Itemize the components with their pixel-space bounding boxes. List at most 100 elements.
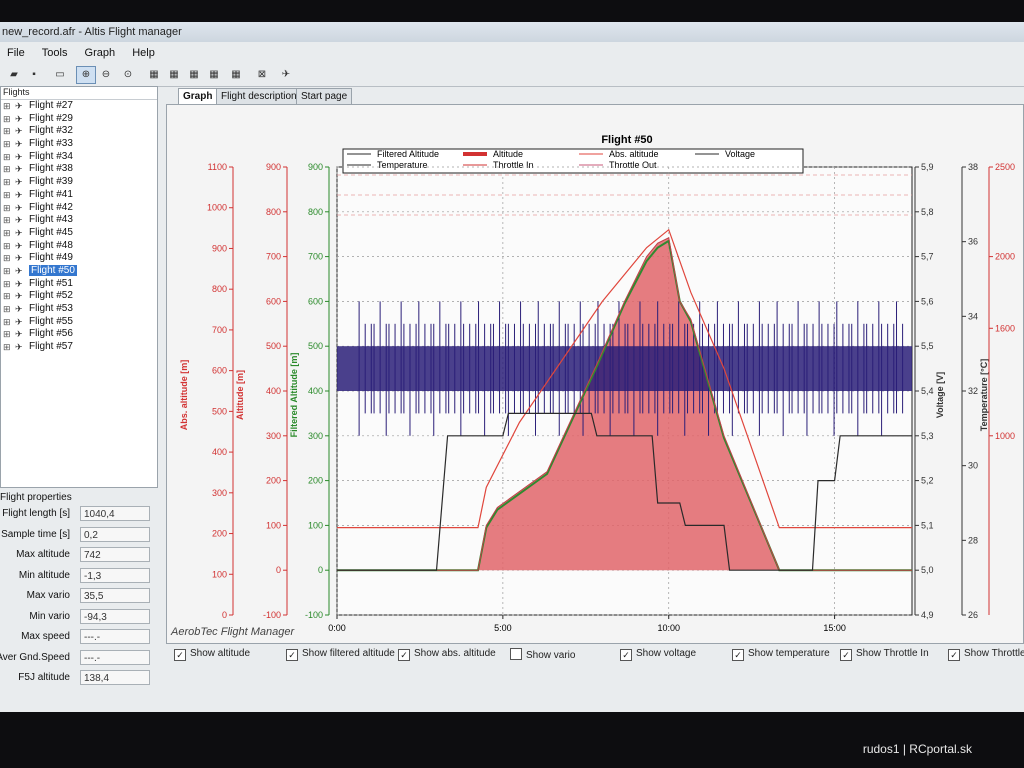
flight-item[interactable]: ⊞ ✈ Flight #39	[1, 176, 157, 189]
flight-item[interactable]: ⊞ ✈ Flight #29	[1, 113, 157, 126]
flight-item[interactable]: ⊞ ✈ Flight #33	[1, 138, 157, 151]
property-row: F5J altitude 138,4	[0, 670, 156, 686]
checkbox-box[interactable]: ✓	[948, 649, 960, 661]
flight-chart[interactable]: Flight #50 Filtered Altitude Altitude Abs. …	[167, 105, 1023, 654]
checkbox-show-abs-altitude[interactable]: ✓ Show abs. altitude	[398, 648, 496, 661]
tree-expand-icon[interactable]: ⊞	[3, 163, 11, 176]
tree-expand-icon[interactable]: ⊞	[3, 316, 11, 329]
flight-item[interactable]: ⊞ ✈ Flight #56	[1, 328, 157, 341]
property-row: Flight length [s] 1040,4	[0, 506, 156, 522]
flight-item[interactable]: ⊞ ✈ Flight #45	[1, 227, 157, 240]
flight-item[interactable]: ⊞ ✈ Flight #49	[1, 252, 157, 265]
checkbox-show-voltage[interactable]: ✓ Show voltage	[620, 648, 696, 661]
flight-item-label: Flight #27	[29, 100, 73, 111]
print-icon[interactable]: ▭	[50, 66, 70, 84]
legend-entry: Throttle Out	[609, 160, 657, 170]
checkbox-box[interactable]: ✓	[398, 649, 410, 661]
checkbox-box[interactable]: ✓	[174, 649, 186, 661]
flight-item-label: Flight #29	[29, 112, 73, 124]
flight-item[interactable]: ⊞ ✈ Flight #42	[1, 202, 157, 215]
tree-expand-icon[interactable]: ⊞	[3, 303, 11, 316]
checkbox-box[interactable]: ✓	[840, 649, 852, 661]
y-tick-label: 900	[308, 162, 323, 172]
menu-file[interactable]: File	[0, 44, 32, 62]
checkbox-show-filtered-altitude[interactable]: ✓ Show filtered altitude	[286, 648, 395, 661]
property-label: Min vario	[29, 610, 70, 622]
flight-item[interactable]: ⊞ ✈ Flight #41	[1, 189, 157, 202]
checkbox-box[interactable]: ✓	[286, 649, 298, 661]
tree-expand-icon[interactable]: ⊞	[3, 227, 11, 240]
tree-expand-icon[interactable]: ⊞	[3, 125, 11, 138]
checkbox-show-vario[interactable]: Show vario	[510, 648, 575, 661]
title-bar: new_record.afr - Altis Flight manager	[0, 22, 1024, 42]
tree-expand-icon[interactable]: ⊞	[3, 202, 11, 215]
flight-item[interactable]: ⊞ ✈ Flight #27	[1, 100, 157, 113]
checkbox-show-throttle-in[interactable]: ✓ Show Throttle In	[840, 648, 929, 661]
tab-flight-description[interactable]: Flight description	[216, 88, 302, 104]
tree-expand-icon[interactable]: ⊞	[3, 290, 11, 303]
close-chart-icon[interactable]: ⊠	[252, 66, 272, 84]
y-tick-label: 700	[308, 252, 323, 262]
tree-expand-icon[interactable]: ⊞	[3, 176, 11, 189]
tree-expand-icon[interactable]: ⊞	[3, 240, 11, 253]
legend-entry: Throttle In	[493, 160, 534, 170]
save-icon[interactable]: ▪	[24, 66, 44, 84]
y-tick-label: 200	[266, 476, 281, 486]
x-tick-label: 0:00	[328, 623, 346, 633]
glider-icon: ✈	[15, 177, 23, 188]
flight-item[interactable]: ⊞ ✈ Flight #34	[1, 151, 157, 164]
zoom-fit-icon[interactable]: ⊙	[118, 66, 138, 84]
glider-icon: ✈	[15, 253, 23, 264]
flight-item[interactable]: ⊞ ✈ Flight #51	[1, 278, 157, 291]
tree-expand-icon[interactable]: ⊞	[3, 151, 11, 164]
plane-icon[interactable]: ✈	[276, 66, 296, 84]
zoom-out-icon[interactable]: ⊖	[96, 66, 116, 84]
checkbox-box[interactable]: ✓	[620, 649, 632, 661]
y-tick-label: 1000	[995, 431, 1015, 441]
flight-item[interactable]: ⊞ ✈ Flight #57	[1, 341, 157, 354]
flight-item[interactable]: ⊞ ✈ Flight #53	[1, 303, 157, 316]
y-tick-label: 0	[276, 565, 281, 575]
tab-start-page[interactable]: Start page	[296, 88, 353, 104]
tree-expand-icon[interactable]: ⊞	[3, 252, 11, 265]
flight-item[interactable]: ⊞ ✈ Flight #55	[1, 316, 157, 329]
flight-item[interactable]: ⊞ ✈ Flight #52	[1, 290, 157, 303]
tab-graph[interactable]: Graph	[178, 88, 218, 104]
glider-icon: ✈	[15, 202, 23, 213]
open-icon[interactable]: ▰	[4, 66, 24, 84]
flight-item[interactable]: ⊞ ✈ Flight #32	[1, 125, 157, 138]
tree-expand-icon[interactable]: ⊞	[3, 214, 11, 227]
chart-4-icon[interactable]: ▦	[204, 66, 224, 84]
chart-1-icon[interactable]: ▦	[144, 66, 164, 84]
chart-2-icon[interactable]: ▦	[164, 66, 184, 84]
x-tick-label: 5:00	[494, 623, 512, 633]
checkbox-show-altitude[interactable]: ✓ Show altitude	[174, 648, 250, 661]
y-tick-label: 200	[212, 529, 227, 539]
flight-item-label: Flight #48	[29, 239, 73, 251]
tree-expand-icon[interactable]: ⊞	[3, 189, 11, 202]
checkbox-show-throttle[interactable]: ✓ Show Throttle	[948, 648, 1024, 661]
tree-expand-icon[interactable]: ⊞	[3, 265, 11, 278]
menu-graph[interactable]: Graph	[78, 44, 123, 62]
menu-tools[interactable]: Tools	[35, 44, 75, 62]
y-tick-label: 300	[212, 488, 227, 498]
tree-expand-icon[interactable]: ⊞	[3, 100, 11, 113]
chart-5-icon[interactable]: ▦	[226, 66, 246, 84]
tree-expand-icon[interactable]: ⊞	[3, 113, 11, 126]
chart-3-icon[interactable]: ▦	[184, 66, 204, 84]
y-tick-label: 500	[308, 341, 323, 351]
zoom-in-icon[interactable]: ⊕	[76, 66, 96, 84]
menu-help[interactable]: Help	[125, 44, 162, 62]
tree-expand-icon[interactable]: ⊞	[3, 328, 11, 341]
flight-item[interactable]: ⊞ ✈ Flight #38	[1, 163, 157, 176]
y-tick-label: 500	[266, 341, 281, 351]
tree-expand-icon[interactable]: ⊞	[3, 278, 11, 291]
checkbox-show-temperature[interactable]: ✓ Show temperature	[732, 648, 830, 661]
checkbox-box[interactable]	[510, 648, 522, 660]
flight-item[interactable]: ⊞ ✈ Flight #48	[1, 240, 157, 253]
tree-expand-icon[interactable]: ⊞	[3, 138, 11, 151]
flight-item[interactable]: ⊞ ✈ Flight #43	[1, 214, 157, 227]
flight-item[interactable]: ⊞ ✈ Flight #50	[1, 264, 157, 278]
tree-expand-icon[interactable]: ⊞	[3, 341, 11, 354]
checkbox-box[interactable]: ✓	[732, 649, 744, 661]
